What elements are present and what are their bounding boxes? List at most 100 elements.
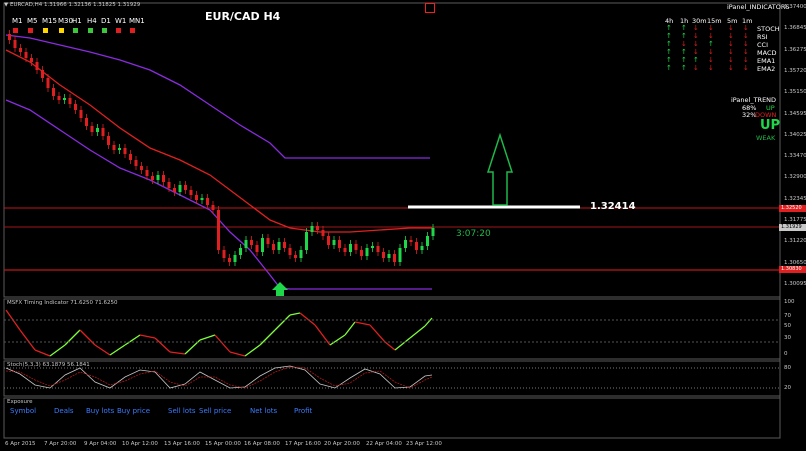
msfx-segment: [49, 344, 66, 357]
arrow-up-icon: ↑: [693, 56, 699, 64]
timeframe-m15[interactable]: M15: [42, 17, 57, 25]
arrow-up-icon: ↑: [681, 24, 687, 32]
arrow-down-icon: ↓: [693, 24, 699, 32]
price-tick: 1.33470: [784, 153, 806, 160]
target-level-label: 1.32414: [590, 201, 636, 212]
timeframe-w1[interactable]: W1: [115, 17, 126, 25]
candle-body: [288, 248, 292, 255]
candle-body: [277, 242, 281, 250]
timeframe-mn1[interactable]: MN1: [129, 17, 145, 25]
arrow-up-icon: ↑: [666, 48, 672, 56]
arrow-up-icon: ↑: [666, 64, 672, 72]
arrow-down-icon: ↓: [693, 64, 699, 72]
timeframe-status-d1: [102, 28, 107, 33]
arrow-down-icon: ↓: [743, 24, 749, 32]
exposure-col-profit[interactable]: Profit: [294, 407, 312, 415]
time-tick: 22 Apr 04:00: [366, 441, 402, 447]
price-tick: 1.31220: [784, 238, 806, 245]
arrow-up-icon: ↑: [681, 64, 687, 72]
candle-body: [151, 176, 154, 180]
time-tick: 10 Apr 12:00: [122, 441, 158, 447]
arrow-up-icon: ↑: [666, 40, 672, 48]
timeframe-h1[interactable]: H1: [72, 17, 82, 25]
candle-body: [173, 188, 176, 192]
price-tick: 1.31775: [784, 217, 806, 223]
msfx-tick: 0: [784, 351, 788, 357]
exposure-col-buy-price[interactable]: Buy price: [117, 407, 150, 415]
candle-body: [415, 242, 418, 250]
candle-body: [123, 148, 127, 154]
candle-body: [354, 244, 358, 250]
ipanel-row-ema1: EMA1: [757, 57, 776, 65]
candle-body: [233, 255, 237, 262]
candle-body: [294, 255, 297, 258]
candle-body: [167, 182, 171, 188]
candle-body: [178, 185, 182, 192]
candle-body: [107, 136, 110, 145]
timeframe-m1[interactable]: M1: [12, 17, 23, 25]
arrow-up-icon: ↑: [681, 56, 687, 64]
price-tick: 1.35720: [784, 67, 806, 74]
candle-body: [371, 246, 374, 248]
exposure-col-deals[interactable]: Deals: [54, 407, 74, 415]
arrow-down-icon: ↓: [708, 56, 714, 64]
candle-body: [266, 238, 270, 244]
ipanel-row-macd: MACD: [757, 49, 777, 57]
price-tick: 1.36275: [784, 46, 806, 53]
msfx-segment: [139, 334, 156, 339]
candle-body: [140, 166, 143, 170]
msfx-segment: [79, 329, 96, 346]
candle-body: [343, 248, 347, 252]
arrow-down-icon: ↓: [728, 40, 734, 48]
msfx-tick: 100: [784, 299, 795, 305]
timeframe-m30[interactable]: M30: [58, 17, 73, 25]
candle-body: [244, 240, 248, 248]
time-tick: 23 Apr 12:00: [406, 441, 442, 447]
close-icon[interactable]: [425, 3, 435, 13]
candle-body: [63, 98, 66, 100]
candle-body: [90, 126, 94, 132]
exposure-col-symbol[interactable]: Symbol: [10, 407, 36, 415]
exposure-col-buy-lots[interactable]: Buy lots: [86, 407, 114, 415]
up-arrow-icon: [486, 132, 514, 206]
msfx-oscillator: [5, 309, 433, 357]
time-tick: 9 Apr 04:00: [84, 441, 117, 447]
candle-body: [349, 244, 352, 252]
price-tick: 1.30095: [784, 280, 806, 287]
time-tick: 20 Apr 20:00: [324, 441, 360, 447]
candle-body: [68, 98, 72, 104]
ipanel-row-rsi: RSI: [757, 33, 768, 41]
msfx-segment: [289, 312, 301, 316]
candle-body: [387, 254, 391, 258]
candle-body: [195, 195, 198, 200]
candle-body: [299, 250, 303, 258]
time-tick: 13 Apr 16:00: [164, 441, 200, 447]
timeframe-h4[interactable]: H4: [87, 17, 97, 25]
timeframe-status-mn1: [130, 28, 135, 33]
exposure-col-sell-price[interactable]: Sell price: [199, 407, 231, 415]
candle-body: [101, 128, 105, 136]
trend-direction: UP: [760, 118, 781, 133]
exposure-col-net-lots[interactable]: Net lots: [250, 407, 277, 415]
timeframe-m5[interactable]: M5: [27, 17, 38, 25]
msfx-segment: [424, 317, 433, 327]
candle-body: [30, 58, 33, 62]
arrow-down-icon: ↓: [681, 40, 687, 48]
candle-body: [420, 246, 424, 250]
arrow-down-icon: ↓: [743, 48, 749, 56]
candle-body: [404, 240, 407, 248]
ipanel-row-cci: CCI: [757, 41, 768, 49]
arrow-up-icon: ↑: [681, 48, 687, 56]
msfx-segment: [154, 337, 171, 353]
msfx-segment: [329, 334, 346, 346]
marked-price-label: 1.32520: [779, 205, 806, 212]
msfx-segment: [214, 334, 231, 353]
time-tick: 17 Apr 16:00: [285, 441, 321, 447]
timeframe-d1[interactable]: D1: [101, 17, 111, 25]
timeframe-status-w1: [116, 28, 121, 33]
msfx-segment: [384, 341, 396, 351]
price-tick: 1.37400: [784, 4, 806, 10]
msfx-segment: [369, 324, 386, 343]
candle-body: [19, 48, 22, 52]
exposure-col-sell-lots[interactable]: Sell lots: [168, 407, 195, 415]
